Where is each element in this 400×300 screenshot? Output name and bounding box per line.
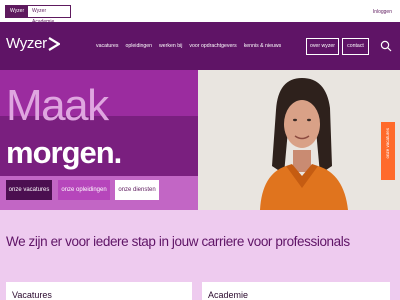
nav-item-kennis-nieuws[interactable]: kennis & nieuws [244,43,282,49]
card-title: Academie [208,290,249,300]
onze-vacatures-side-tab[interactable]: onze vacatures [381,122,395,180]
onze-vacatures-button[interactable]: onze vacatures [6,180,52,200]
nav-item-werken-bij[interactable]: werken bij [159,43,182,49]
utility-bar: Wyzer Wyzer Academie Inloggen [0,0,400,25]
card-academie[interactable]: Academie [202,282,390,300]
portrait-illustration [198,70,400,210]
over-wyzer-button[interactable]: over wyzer [306,38,339,55]
card-title: Vacatures [12,290,52,300]
nav-item-vacatures[interactable]: vacatures [96,43,119,49]
tab-wyzer-academie[interactable]: Wyzer Academie [27,5,71,25]
hero-headline-line2: morgen. [6,135,122,170]
logo-chevron-icon [48,37,60,51]
main-header: Wyzer vacatures opleidingen werken bij v… [0,22,400,70]
intro-tagline: We zijn er voor iedere stap in jouw carr… [6,234,350,249]
hero-section: Maak morgen. onze vacatures onze opleidi… [0,70,400,210]
card-vacatures[interactable]: Vacatures [6,282,192,300]
intro-section: We zijn er voor iedere stap in jouw carr… [0,210,400,300]
logo-text[interactable]: Wyzer [6,35,47,52]
hero-portrait-image [198,70,400,210]
side-tab-label: onze vacatures [385,128,390,159]
hero-headline-line1: Maak [6,81,109,130]
nav-item-opleidingen[interactable]: opleidingen [126,43,153,49]
login-link[interactable]: Inloggen [373,9,392,15]
search-icon[interactable] [380,40,392,52]
nav-item-opdrachtgevers[interactable]: voor opdrachtgevers [189,43,236,49]
onze-diensten-button[interactable]: onze diensten [115,180,159,200]
contact-button[interactable]: contact [342,38,369,55]
tab-wyzer[interactable]: Wyzer [5,5,27,18]
hero-text-panel: Maak morgen. onze vacatures onze opleidi… [0,70,198,210]
main-nav: vacatures opleidingen werken bij voor op… [96,43,281,49]
onze-opleidingen-button[interactable]: onze opleidingen [58,180,110,200]
